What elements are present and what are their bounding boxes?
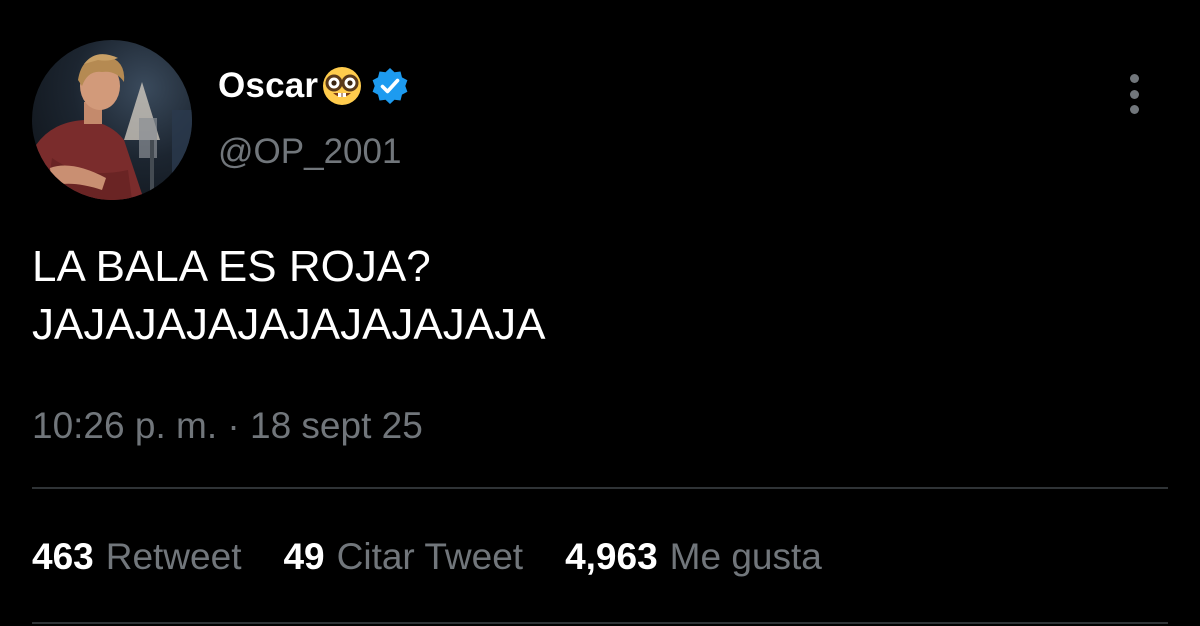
nerd-face-icon xyxy=(320,64,364,108)
retweets-stat[interactable]: 463 Retweet xyxy=(32,536,241,578)
likes-stat[interactable]: 4,963 Me gusta xyxy=(565,536,822,578)
author-handle[interactable]: @OP_2001 xyxy=(218,132,401,172)
divider xyxy=(32,622,1168,624)
tweet-text-line: JAJAJAJAJAJAJAJAJAJA xyxy=(32,300,546,349)
author-name-row[interactable]: Oscar xyxy=(218,62,410,110)
likes-count: 4,963 xyxy=(565,536,658,577)
quote-tweets-label: Citar Tweet xyxy=(336,536,524,577)
tweet-text-line: LA BALA ES ROJA? xyxy=(32,242,431,291)
quote-tweets-count: 49 xyxy=(283,536,325,577)
tweet-timestamp[interactable]: 10:26 p. m. · 18 sept 25 xyxy=(32,405,423,447)
tweet-card: Oscar @OP_2001 LA BALA ES ROJA? JAJAJAJA… xyxy=(0,0,1200,626)
engagement-stats: 463 Retweet 49 Citar Tweet 4,963 Me gust… xyxy=(32,536,864,578)
divider xyxy=(32,487,1168,489)
more-options-icon[interactable] xyxy=(1118,68,1150,120)
dot xyxy=(1129,105,1139,114)
likes-label: Me gusta xyxy=(669,536,822,577)
dot xyxy=(1129,89,1139,99)
avatar[interactable] xyxy=(32,40,192,200)
retweets-label: Retweet xyxy=(105,536,242,577)
verified-badge-icon[interactable] xyxy=(370,66,410,106)
dot xyxy=(1129,74,1139,83)
avatar-photo xyxy=(32,54,192,200)
display-name[interactable]: Oscar xyxy=(218,66,318,106)
retweets-count: 463 xyxy=(32,536,94,577)
quote-tweets-stat[interactable]: 49 Citar Tweet xyxy=(283,536,523,578)
tweet-text: LA BALA ES ROJA? JAJAJAJAJAJAJAJAJAJA xyxy=(32,238,1152,354)
